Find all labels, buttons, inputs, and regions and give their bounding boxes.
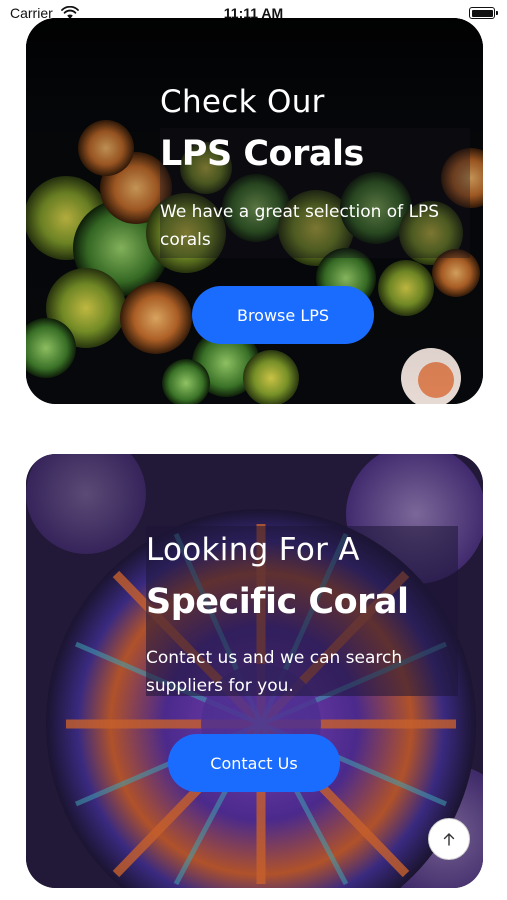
- specific-headline: Specific Coral: [146, 582, 409, 622]
- lps-promo-card: Check Our LPS Corals We have a great sel…: [26, 18, 483, 404]
- specific-coral-card: Looking For A Specific Coral Contact us …: [26, 454, 483, 888]
- battery-icon: [469, 7, 498, 19]
- specific-eyebrow: Looking For A: [146, 532, 360, 568]
- arrow-up-icon: [443, 833, 455, 846]
- lps-description: We have a great selection of LPS corals: [160, 202, 440, 250]
- browse-lps-button[interactable]: Browse LPS: [192, 286, 374, 344]
- scroll-to-top-button[interactable]: [428, 818, 470, 860]
- status-time: 11:11 AM: [223, 5, 284, 21]
- specific-description: Contact us and we can search suppliers f…: [146, 648, 403, 696]
- lps-headline: LPS Corals: [160, 134, 364, 174]
- contact-us-button[interactable]: Contact Us: [168, 734, 340, 792]
- lps-eyebrow: Check Our: [160, 84, 325, 120]
- status-bar: Carrier 11:11 AM: [0, 0, 507, 26]
